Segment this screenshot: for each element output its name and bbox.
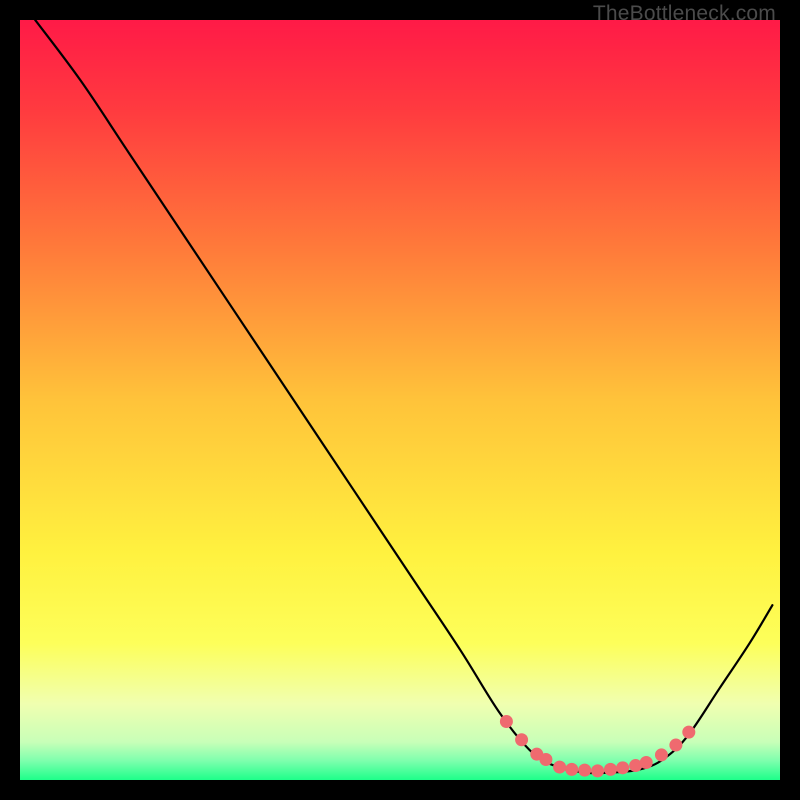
gradient-background [20, 20, 780, 780]
optimal-dot [565, 763, 578, 776]
optimal-dot [655, 748, 668, 761]
optimal-dot [682, 726, 695, 739]
optimal-dot [539, 753, 552, 766]
optimal-dot [669, 739, 682, 752]
bottleneck-chart [20, 20, 780, 780]
chart-frame [20, 20, 780, 780]
optimal-dot [515, 733, 528, 746]
optimal-dot [591, 764, 604, 777]
optimal-dot [500, 715, 513, 728]
optimal-dot [553, 761, 566, 774]
optimal-dot [578, 764, 591, 777]
optimal-dot [640, 756, 653, 769]
optimal-dot [604, 763, 617, 776]
optimal-dot [616, 761, 629, 774]
